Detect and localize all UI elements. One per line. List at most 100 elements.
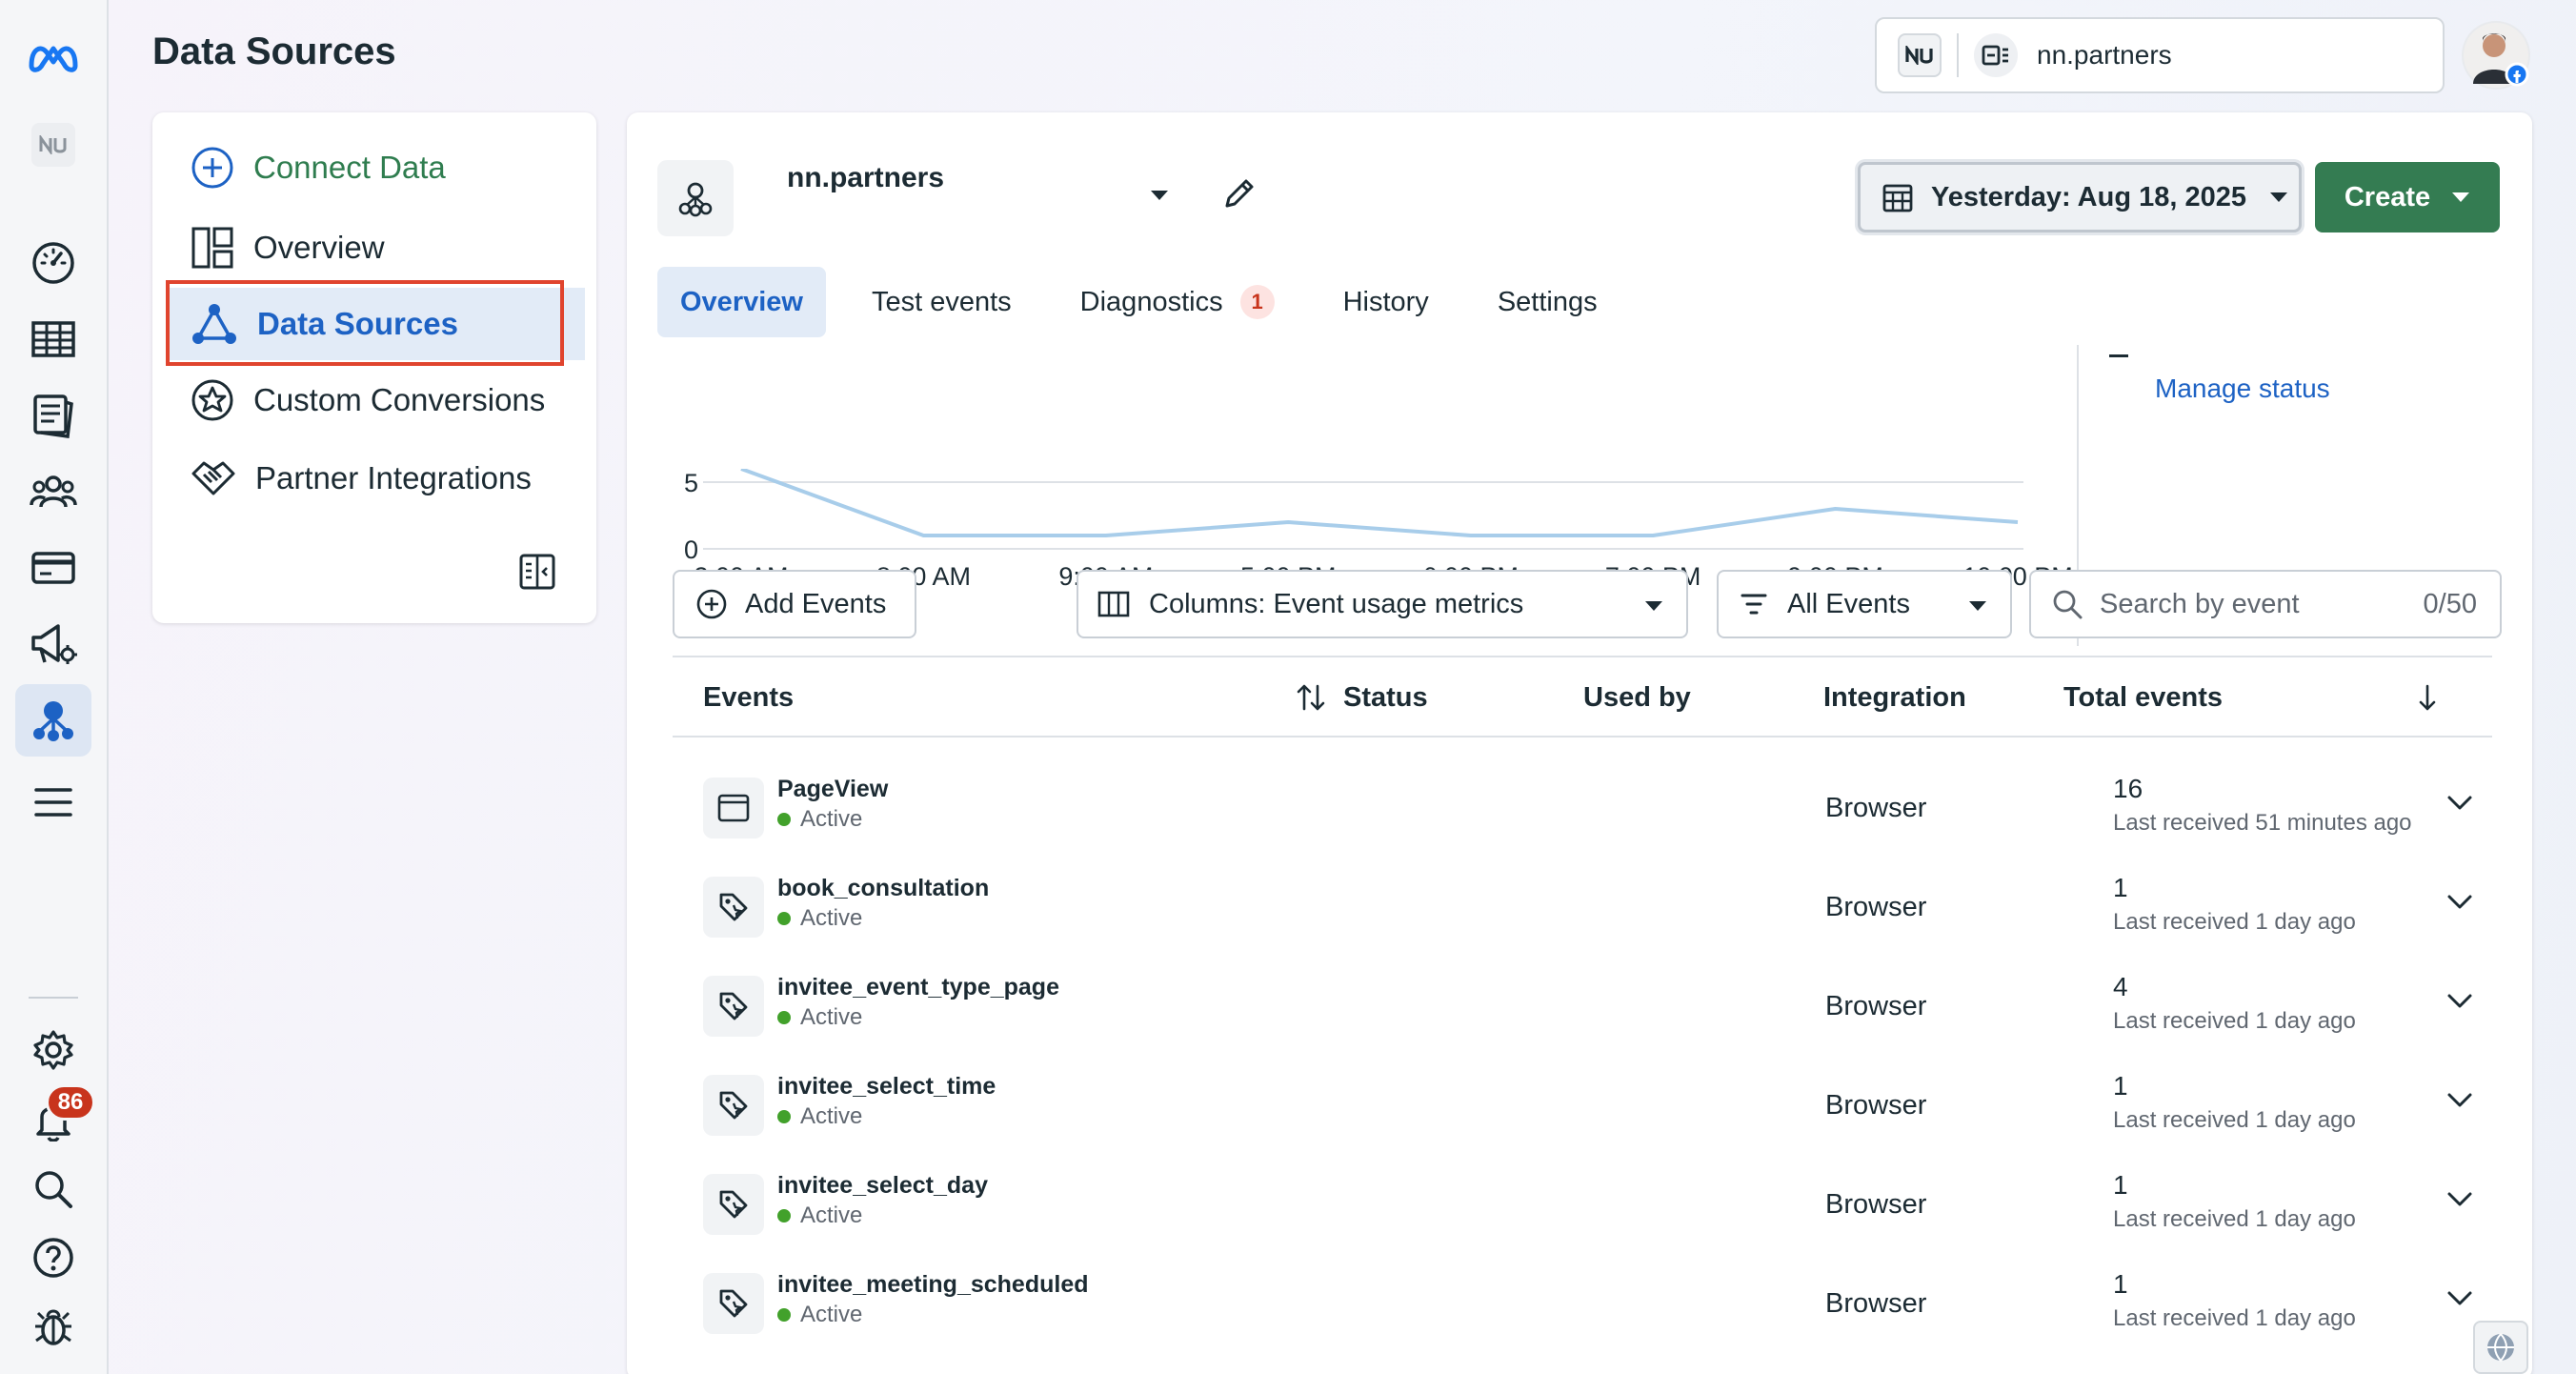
dashboard-gauge-icon[interactable] [15,227,91,299]
event-name: invitee_select_time [777,1073,996,1100]
nav-label: Custom Conversions [253,382,546,417]
account-selector[interactable]: nn.partners [1875,17,2445,93]
help-icon[interactable] [15,1222,91,1294]
add-events-button[interactable]: Add Events [673,570,916,638]
event-last-received: Last received 1 day ago [2113,1206,2356,1232]
caret-down-icon [1645,601,1662,611]
event-integration: Browser [1825,793,1927,823]
event-total: 1 [2113,873,2128,902]
meta-logo-icon[interactable] [15,21,91,93]
col-total-events[interactable]: Total events [2063,682,2223,714]
caret-down-icon [1969,601,1986,611]
active-status-dot [777,813,791,826]
menu-hamburger-icon[interactable] [15,766,91,839]
table-row[interactable]: book_consultation Active Browser 1 Last rece… [673,859,2492,959]
expand-chevron-icon[interactable] [2446,993,2473,1010]
billing-card-icon[interactable] [15,532,91,604]
ads-megaphone-icon[interactable] [15,608,91,680]
plus-circle-icon [696,589,727,619]
page-title: Data Sources [152,30,396,72]
event-total: 4 [2113,972,2128,1001]
events-manager-icon[interactable] [15,684,91,757]
event-status-label: Active [800,1202,863,1228]
nav-connect-data[interactable]: Connect Data [166,131,585,204]
event-filter-dropdown[interactable]: All Events [1717,570,2012,638]
event-total: 1 [2113,1269,2128,1299]
nav-custom-conversions[interactable]: Custom Conversions [166,364,585,436]
nav-label: Connect Data [253,150,446,185]
event-name: PageView [777,776,889,802]
event-status-label: Active [800,1004,863,1030]
event-integration: Browser [1825,1189,1927,1220]
tag-icon [703,1174,764,1235]
table-row[interactable]: invitee_event_type_page Active Browser 4 Las… [673,959,2492,1058]
active-status-dot [777,1011,791,1024]
tab-history[interactable]: History [1320,267,1452,337]
tab-diagnostics[interactable]: Diagnostics 1 [1057,267,1298,337]
col-integration[interactable]: Integration [1823,682,1966,714]
tab-overview[interactable]: Overview [657,267,826,337]
audiences-icon[interactable] [15,455,91,528]
nav-label: Data Sources [257,306,458,341]
series-line [740,469,2019,537]
sort-down-arrow-icon[interactable] [2416,682,2439,713]
event-search-input[interactable]: Search by event 0/50 [2029,570,2502,638]
add-events-label: Add Events [745,588,887,619]
business-logo-icon[interactable] [15,109,91,181]
debug-bug-icon[interactable] [15,1290,91,1363]
active-status-dot [777,912,791,925]
sort-arrows-icon[interactable] [1296,682,1326,713]
search-icon[interactable] [15,1153,91,1225]
nodes-icon [192,304,236,344]
event-status: Active [777,905,862,932]
columns-dropdown[interactable]: Columns: Event usage metrics [1077,570,1688,638]
columns-label: Columns: Event usage metrics [1149,588,1524,619]
pixel-name: nn.partners [787,162,945,193]
plus-circle-icon [191,147,233,189]
event-status-label: Active [800,905,863,931]
language-globe-icon[interactable] [2473,1321,2528,1374]
event-last-received: Last received 1 day ago [2113,909,2356,935]
event-status: Active [777,1004,862,1031]
expand-chevron-icon[interactable] [2446,1290,2473,1307]
pixel-dropdown-caret-icon[interactable] [1149,189,1170,202]
events-table-header: Events Status Used by Integration Total … [673,656,2492,738]
calendar-icon [1882,184,1913,212]
columns-icon [1097,591,1130,617]
event-total: 1 [2113,1170,2128,1200]
create-button[interactable]: Create [2315,162,2500,232]
event-total: 16 [2113,774,2143,803]
table-row[interactable]: invitee_select_time Active Browser 1 Last re… [673,1058,2492,1157]
table-row[interactable]: invitee_select_day Active Browser 1 Last rec… [673,1157,2492,1256]
col-used-by[interactable]: Used by [1583,682,1691,714]
date-range-button[interactable]: Yesterday: Aug 18, 2025 [1858,162,2302,232]
event-integration: Browser [1825,991,1927,1021]
col-events[interactable]: Events [703,682,794,714]
expand-chevron-icon[interactable] [2446,1092,2473,1109]
nav-overview[interactable]: Overview [166,212,585,284]
y-tick-label: 5 [684,469,698,497]
event-status: Active [777,1202,862,1229]
table-grid-icon[interactable] [15,303,91,375]
event-status-label: Active [800,806,863,832]
collapse-panel-icon[interactable] [518,553,556,591]
manage-status-link[interactable]: Manage status [2155,374,2330,404]
nav-data-sources[interactable]: Data Sources [166,288,585,360]
table-row[interactable]: invitee_meeting_scheduled Active Browser 1 L… [673,1256,2492,1355]
expand-chevron-icon[interactable] [2446,1191,2473,1208]
tag-icon [703,1273,764,1334]
settings-gear-icon[interactable] [15,1014,91,1086]
event-total: 1 [2113,1071,2128,1101]
catalog-icon[interactable] [15,379,91,452]
nav-partner-integrations[interactable]: Partner Integrations [166,442,585,515]
avatar[interactable] [2462,21,2530,90]
event-status: Active [777,806,862,833]
expand-chevron-icon[interactable] [2446,894,2473,911]
table-row[interactable]: PageView Active Browser 16 Last received 51 … [673,760,2492,859]
tab-test-events[interactable]: Test events [849,267,1035,337]
edit-pencil-icon[interactable] [1221,175,1258,212]
business-logo-icon [1898,33,1942,77]
col-status[interactable]: Status [1343,682,1428,714]
tab-settings[interactable]: Settings [1475,267,1620,337]
expand-chevron-icon[interactable] [2446,795,2473,812]
